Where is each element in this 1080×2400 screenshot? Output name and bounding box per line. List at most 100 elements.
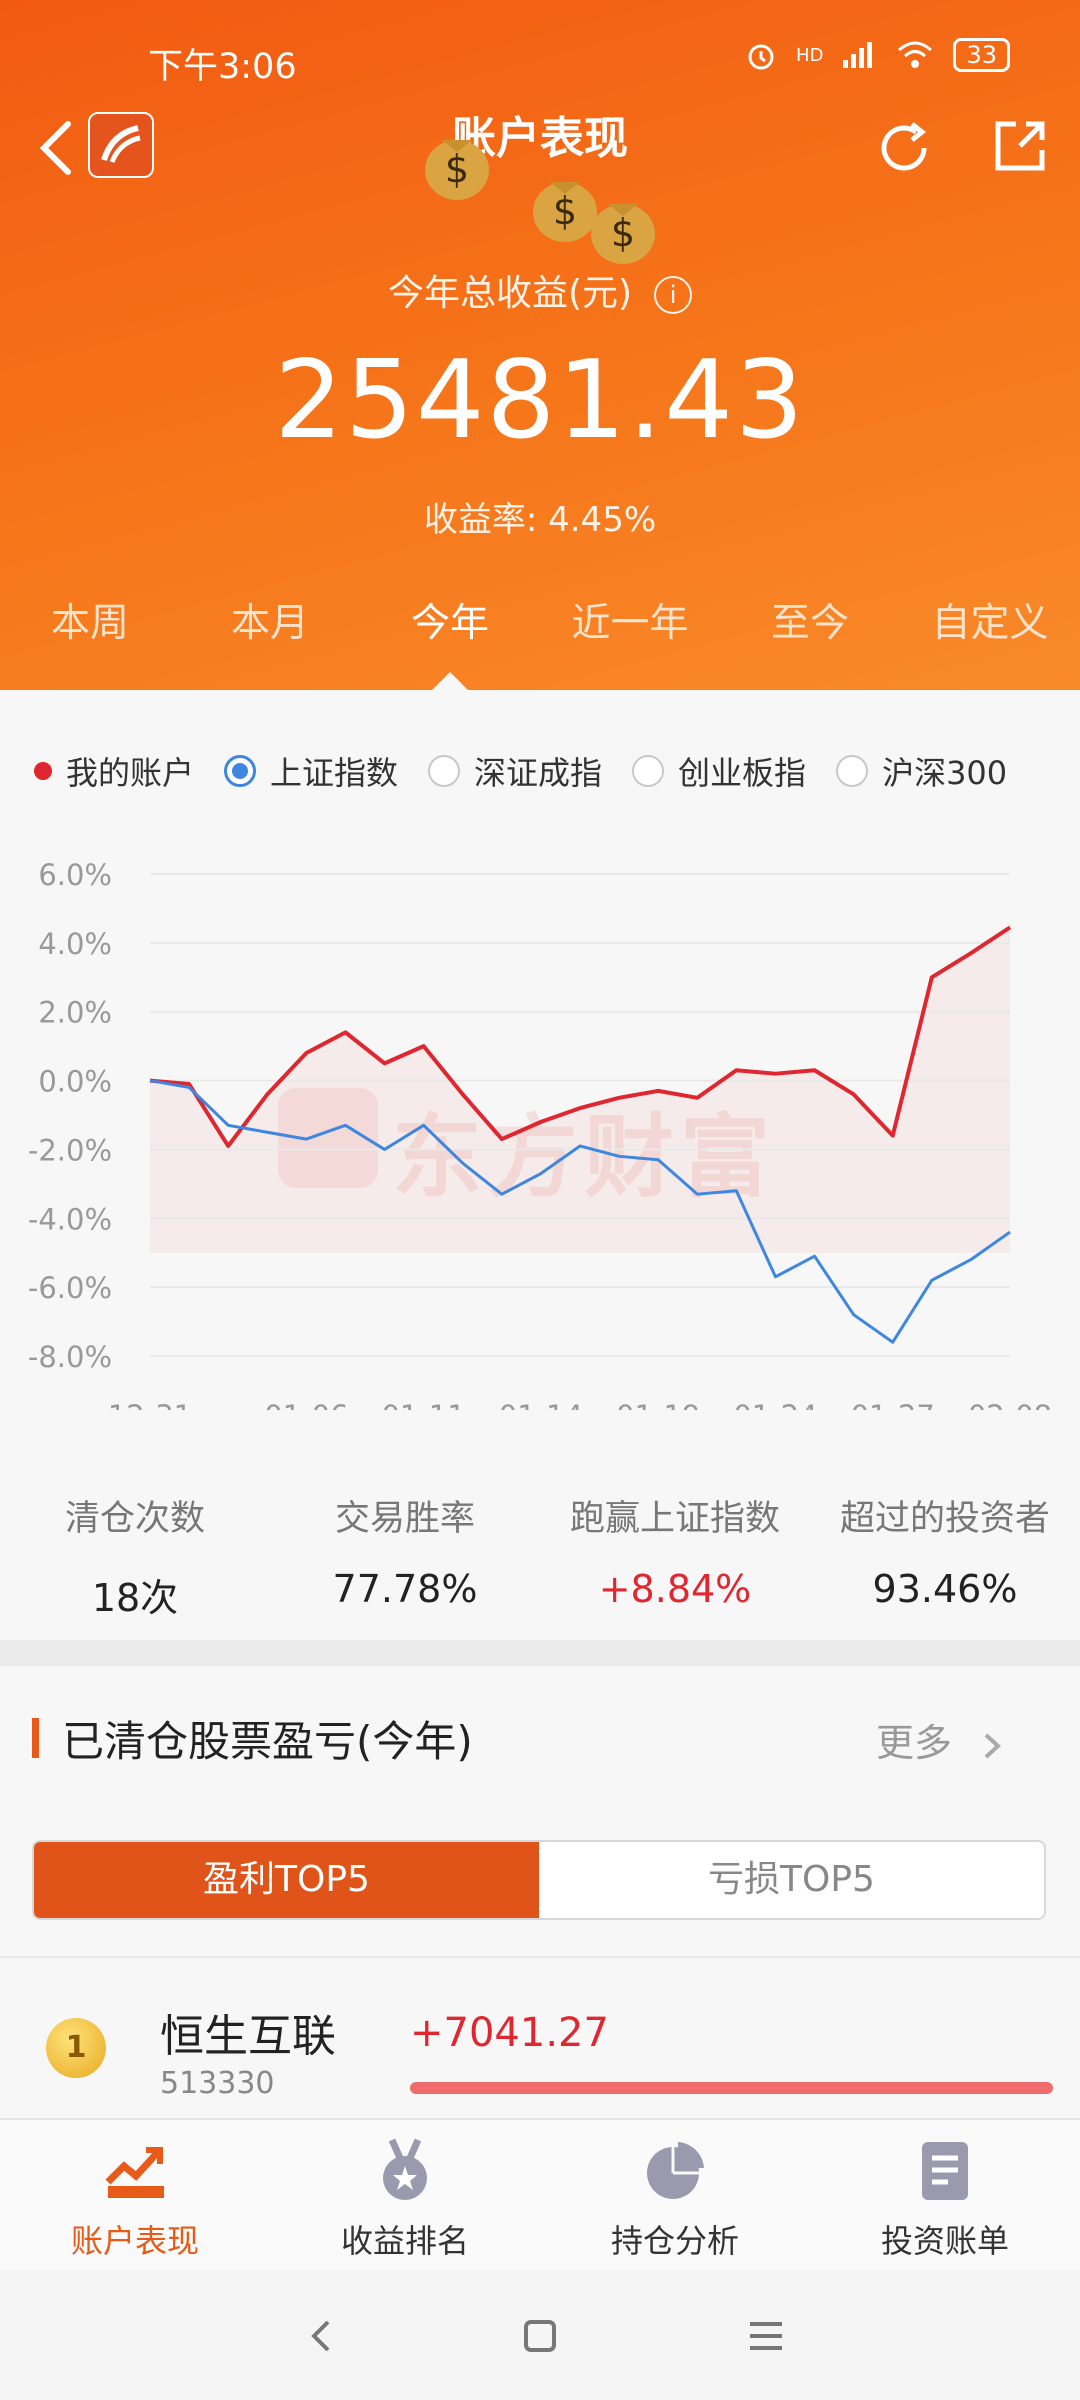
y-tick-label: -8.0% — [28, 1340, 112, 1374]
share-button[interactable] — [990, 116, 1050, 176]
stock-profit: +7041.27 — [410, 2010, 609, 2056]
nav-label: 投资账单 — [880, 2222, 1009, 2260]
tab-last-year[interactable]: 近一年 — [540, 592, 720, 648]
stat-value: +8.84% — [598, 1567, 752, 1611]
system-nav-bar — [0, 2270, 1080, 2400]
y-tick-label: 4.0% — [38, 927, 112, 961]
x-tick-label: 01-27 — [851, 1399, 935, 1410]
alarm-icon — [748, 44, 774, 70]
x-tick-label: 01-19 — [616, 1399, 700, 1410]
toggle-loss-top5[interactable]: 亏损TOP5 — [539, 1842, 1044, 1918]
index-label: 沪深300 — [882, 754, 1008, 792]
y-tick-label: -6.0% — [28, 1271, 112, 1305]
nav-return-ranking[interactable]: 收益排名 — [270, 2120, 540, 2272]
stat-liquidations: 清仓次数 18次 — [0, 1490, 270, 1622]
battery-indicator: 33 — [953, 38, 1010, 72]
info-icon[interactable]: i — [654, 276, 693, 314]
legend-dot — [34, 762, 52, 780]
nav-back-icon[interactable] — [300, 2314, 344, 2358]
bottom-nav: 账户表现 收益排名 持仓分析 投资账单 — [0, 2118, 1080, 2272]
stat-label: 交易胜率 — [334, 1499, 475, 1539]
legend-my-account: 我的账户 — [34, 748, 194, 794]
legend-label: 我的账户 — [66, 754, 195, 792]
more-label: 更多 — [876, 1721, 953, 1765]
total-label-text: 今年总收益(元) — [387, 273, 633, 314]
nav-label: 账户表现 — [70, 2222, 199, 2260]
status-icons: HD 33 — [744, 38, 1010, 72]
tab-custom[interactable]: 自定义 — [900, 592, 1080, 648]
svg-text:$: $ — [553, 189, 577, 233]
more-link[interactable]: 更多 — [876, 1712, 1006, 1767]
tab-this-month[interactable]: 本月 — [180, 592, 360, 648]
pie-chart-icon — [647, 2142, 704, 2199]
x-tick-label: 01-14 — [499, 1399, 583, 1410]
return-rate: 收益率: 4.45% — [423, 500, 657, 540]
medal-icon — [383, 2138, 427, 2200]
y-tick-label: 6.0% — [38, 858, 112, 892]
index-option-csi300[interactable]: 沪深300 — [836, 748, 1007, 794]
tab-to-date[interactable]: 至今 — [720, 592, 900, 648]
rank-medal-icon: 1 — [46, 2018, 106, 2078]
refresh-button[interactable] — [872, 116, 936, 180]
y-tick-label: 2.0% — [38, 996, 112, 1030]
stat-value: 18次 — [91, 1576, 179, 1620]
index-label: 创业板指 — [678, 754, 807, 792]
tab-pointer — [432, 672, 468, 690]
money-bag-icon: $ — [425, 140, 489, 200]
stat-win-rate: 交易胜率 77.78% — [270, 1490, 540, 1622]
toggle-profit-top5[interactable]: 盈利TOP5 — [34, 1842, 539, 1918]
stat-value: 77.78% — [332, 1567, 478, 1611]
x-tick-label: 02-08 — [968, 1399, 1052, 1410]
x-tick-label: 01-11 — [381, 1399, 465, 1410]
stock-code: 513330 — [160, 2066, 275, 2101]
period-tabs: 本周 本月 今年 近一年 至今 自定义 — [0, 592, 1080, 648]
section-title: 已清仓股票盈亏(今年) — [62, 1717, 473, 1766]
y-tick-label: -4.0% — [28, 1202, 112, 1236]
stat-label: 清仓次数 — [64, 1499, 205, 1539]
nav-home-icon[interactable] — [518, 2314, 562, 2358]
nav-menu-icon[interactable] — [744, 2314, 788, 2358]
network-label: HD — [796, 44, 824, 66]
stat-value: 93.46% — [872, 1567, 1018, 1611]
index-option-szse[interactable]: 深证成指 — [428, 748, 602, 794]
money-bag-icon: $ — [591, 204, 655, 264]
nav-investment-statement[interactable]: 投资账单 — [810, 2120, 1080, 2272]
nav-label: 持仓分析 — [610, 2222, 739, 2260]
svg-text:$: $ — [445, 147, 469, 191]
stat-beat-index: 跑赢上证指数 +8.84% — [540, 1490, 810, 1622]
status-time: 下午3:06 — [148, 47, 297, 87]
section-accent-bar — [32, 1718, 39, 1758]
tab-this-year[interactable]: 今年 — [360, 592, 540, 648]
chevron-right-icon — [984, 1733, 1002, 1758]
index-option-chinext[interactable]: 创业板指 — [632, 748, 806, 794]
index-option-sse[interactable]: 上证指数 — [224, 748, 398, 794]
nav-position-analysis[interactable]: 持仓分析 — [540, 2120, 810, 2272]
radio-selected[interactable] — [224, 755, 257, 787]
tab-this-week[interactable]: 本周 — [0, 592, 180, 648]
section-separator — [0, 1640, 1080, 1666]
chart-legend: 我的账户 上证指数 深证成指 创业板指 沪深300 — [34, 748, 1037, 794]
stats-row: 清仓次数 18次 交易胜率 77.78% 跑赢上证指数 +8.84% 超过的投资… — [0, 1490, 1080, 1622]
svg-text:$: $ — [611, 211, 635, 255]
return-chart: 6.0% 4.0% 2.0% 0.0% -2.0% -4.0% -6.0% -8.0% 12-3… — [28, 858, 1052, 1410]
signal-icon — [843, 42, 873, 68]
radio-unselected[interactable] — [632, 755, 665, 787]
nav-label: 收益排名 — [340, 2222, 469, 2260]
nav-account-performance[interactable]: 账户表现 — [0, 2120, 270, 2272]
total-value: 25481.43 — [274, 338, 806, 463]
header: 下午3:06 HD 33 账户表现 $ $ $ 今年总收益(元) i 25481.… — [0, 0, 1080, 690]
y-tick-label: -2.0% — [28, 1133, 112, 1167]
index-label: 上证指数 — [270, 754, 399, 792]
profit-loss-toggle: 盈利TOP5 亏损TOP5 — [32, 1840, 1046, 1920]
index-label: 深证成指 — [474, 754, 603, 792]
stat-beat-investors: 超过的投资者 93.46% — [810, 1490, 1080, 1622]
stock-name[interactable]: 恒生互联 — [160, 2000, 336, 2064]
bill-icon — [922, 2142, 968, 2200]
radio-unselected[interactable] — [836, 755, 869, 787]
radio-unselected[interactable] — [428, 755, 461, 787]
x-tick-label: 01-24 — [733, 1399, 817, 1410]
x-tick-label: 12-31 — [108, 1399, 192, 1410]
total-label: 今年总收益(元) i — [0, 264, 1080, 316]
stat-label: 超过的投资者 — [839, 1499, 1050, 1539]
trend-chart-icon — [105, 2147, 164, 2198]
